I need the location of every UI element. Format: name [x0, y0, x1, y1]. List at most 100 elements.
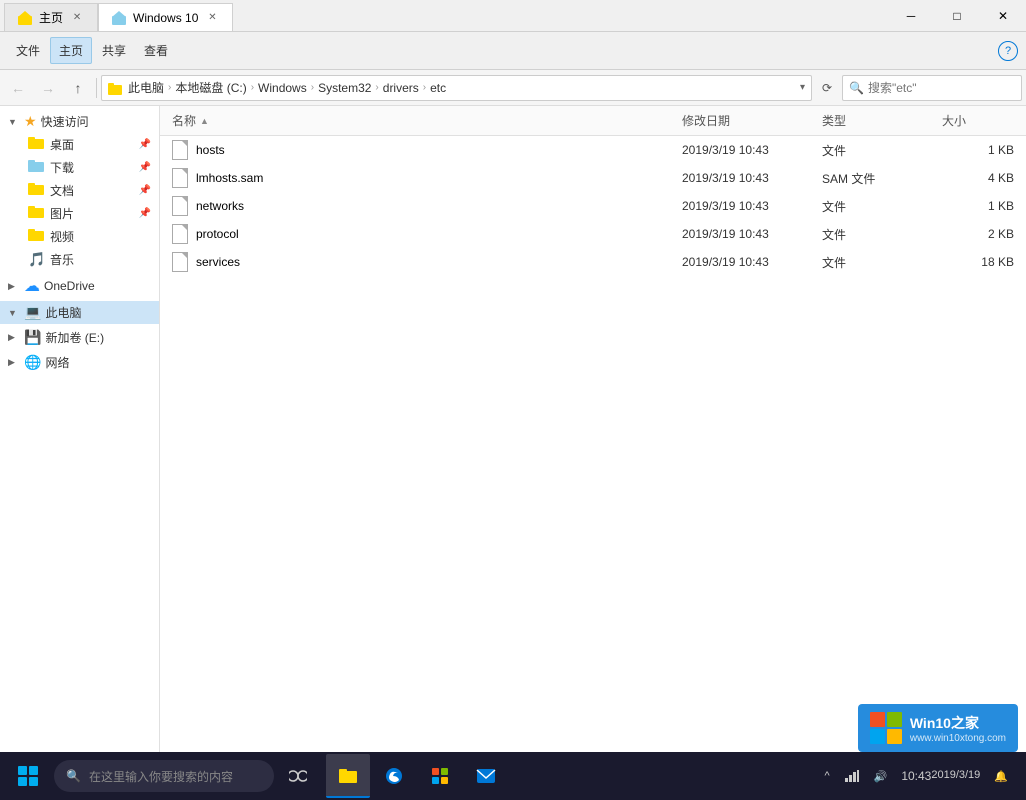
close-button[interactable]: ✕ — [980, 0, 1026, 32]
home-tab-icon — [17, 10, 33, 26]
col-header-date[interactable]: 修改日期 — [678, 110, 818, 131]
tab-win10-close[interactable]: ✕ — [204, 10, 220, 26]
toolbar-divider — [96, 78, 97, 98]
back-button[interactable]: ← — [4, 74, 32, 102]
task-view-button[interactable] — [276, 752, 320, 800]
explorer-icon — [338, 766, 358, 784]
file-name-cell: lmhosts.sam — [168, 166, 678, 190]
crumb-etc[interactable]: etc — [428, 81, 448, 95]
ribbon-tab-home[interactable]: 主页 — [50, 37, 92, 64]
tray-notification[interactable]: 🔔 — [988, 752, 1014, 800]
documents-label: 文档 — [50, 182, 74, 199]
file-icon — [172, 196, 188, 216]
network-icon: 🌐 — [24, 354, 41, 371]
table-row[interactable]: services 2019/3/19 10:43 文件 18 KB — [160, 248, 1026, 276]
window-controls: ─ □ ✕ — [888, 0, 1026, 32]
file-name: protocol — [196, 227, 239, 241]
file-size: 1 KB — [938, 197, 1018, 215]
crumb-system32[interactable]: System32 — [316, 81, 373, 95]
col-header-size[interactable]: 大小 — [938, 110, 1018, 131]
col-header-type[interactable]: 类型 — [818, 110, 938, 131]
taskbar-search-text: 在这里输入你要搜索的内容 — [89, 768, 233, 785]
file-type: 文件 — [818, 252, 938, 273]
refresh-button[interactable]: ⟳ — [814, 75, 840, 101]
watermark-brand: Win10之家 — [910, 713, 1006, 733]
sidebar-onedrive-header[interactable]: ▶ ☁ OneDrive — [0, 273, 159, 299]
file-name-cell: protocol — [168, 222, 678, 246]
tray-chevron[interactable]: ^ — [818, 752, 835, 800]
tray-volume-icon[interactable]: 🔊 — [868, 752, 894, 800]
start-button[interactable] — [4, 752, 52, 800]
ribbon-help-icon[interactable]: ? — [998, 41, 1018, 61]
col-header-name[interactable]: 名称 ▲ — [168, 110, 678, 131]
taskbar-app-mail[interactable] — [464, 754, 508, 798]
search-input[interactable] — [868, 81, 1015, 95]
network-label: 网络 — [45, 354, 69, 371]
table-row[interactable]: hosts 2019/3/19 10:43 文件 1 KB — [160, 136, 1026, 164]
sidebar-item-music[interactable]: 🎵 音乐 — [0, 248, 159, 271]
win-logo — [870, 712, 902, 744]
taskbar-app-store[interactable] — [418, 754, 462, 798]
onedrive-icon: ☁ — [24, 276, 40, 296]
drive-e-label: 新加卷 (E:) — [45, 329, 104, 346]
ribbon-tab-view[interactable]: 查看 — [136, 38, 176, 63]
thispc-icon: 💻 — [24, 304, 41, 321]
crumb-windows[interactable]: Windows — [256, 81, 309, 95]
sidebar-section-thispc: ▼ 💻 此电脑 — [0, 301, 159, 324]
sidebar-item-desktop[interactable]: 桌面 📌 — [0, 133, 159, 156]
store-icon — [430, 766, 450, 786]
pictures-label: 图片 — [50, 205, 74, 222]
crumb-thispc[interactable]: 此电脑 — [126, 79, 166, 96]
forward-button[interactable]: → — [34, 74, 62, 102]
start-icon — [18, 766, 38, 786]
main-layout: ▼ ★ 快速访问 桌面 📌 下载 📌 — [0, 106, 1026, 772]
tab-home-close[interactable]: ✕ — [69, 10, 85, 26]
taskbar-app-explorer[interactable] — [326, 754, 370, 798]
file-size: 1 KB — [938, 141, 1018, 159]
maximize-button[interactable]: □ — [934, 0, 980, 32]
network-icon — [844, 769, 860, 783]
tray-network-icon[interactable] — [838, 752, 866, 800]
music-icon: 🎵 — [28, 251, 44, 268]
table-row[interactable]: lmhosts.sam 2019/3/19 10:43 SAM 文件 4 KB — [160, 164, 1026, 192]
address-bar[interactable]: 此电脑 › 本地磁盘 (C:) › Windows › System32 › d… — [101, 75, 812, 101]
tray-clock[interactable]: 10:43 2019/3/19 — [895, 752, 986, 800]
taskbar-app-edge[interactable] — [372, 754, 416, 798]
videos-label: 视频 — [50, 228, 74, 245]
sidebar-drive-e-header[interactable]: ▶ 💾 新加卷 (E:) — [0, 326, 159, 349]
up-button[interactable]: ↑ — [64, 74, 92, 102]
win10-tab-icon — [111, 10, 127, 26]
crumb-drivers[interactable]: drivers — [381, 81, 421, 95]
ribbon-tab-file[interactable]: 文件 — [8, 38, 48, 63]
file-type: 文件 — [818, 196, 938, 217]
table-row[interactable]: protocol 2019/3/19 10:43 文件 2 KB — [160, 220, 1026, 248]
downloads-label: 下载 — [50, 159, 74, 176]
sidebar-item-videos[interactable]: 视频 — [0, 225, 159, 248]
col-size-label: 大小 — [942, 112, 966, 129]
address-chevron[interactable]: ▾ — [800, 82, 805, 93]
task-view-icon — [289, 769, 307, 783]
file-table-header: 名称 ▲ 修改日期 类型 大小 — [160, 106, 1026, 136]
sidebar-network-header[interactable]: ▶ 🌐 网络 — [0, 351, 159, 374]
tab-win10[interactable]: Windows 10 ✕ — [98, 3, 233, 31]
sidebar-item-pictures[interactable]: 图片 📌 — [0, 202, 159, 225]
ribbon-tab-share[interactable]: 共享 — [94, 38, 134, 63]
col-type-label: 类型 — [822, 112, 846, 129]
sidebar-section-onedrive: ▶ ☁ OneDrive — [0, 273, 159, 299]
tab-home[interactable]: 主页 ✕ — [4, 3, 98, 31]
sidebar-thispc-header[interactable]: ▼ 💻 此电脑 — [0, 301, 159, 324]
sidebar-quick-access-header[interactable]: ▼ ★ 快速访问 — [0, 110, 159, 133]
crumb-c[interactable]: 本地磁盘 (C:) — [173, 79, 248, 96]
sidebar-item-downloads[interactable]: 下载 📌 — [0, 156, 159, 179]
file-date: 2019/3/19 10:43 — [678, 253, 818, 271]
file-icon — [172, 224, 188, 244]
col-name-label: 名称 — [172, 112, 196, 129]
table-row[interactable]: networks 2019/3/19 10:43 文件 1 KB — [160, 192, 1026, 220]
sidebar-section-drive-e: ▶ 💾 新加卷 (E:) — [0, 326, 159, 349]
thispc-toggle: ▼ — [8, 308, 20, 318]
ribbon: 文件 主页 共享 查看 ? — [0, 32, 1026, 70]
taskbar-search-box[interactable]: 🔍 在这里输入你要搜索的内容 — [54, 760, 274, 792]
file-type: SAM 文件 — [818, 168, 938, 189]
sidebar-item-documents[interactable]: 文档 📌 — [0, 179, 159, 202]
minimize-button[interactable]: ─ — [888, 0, 934, 32]
